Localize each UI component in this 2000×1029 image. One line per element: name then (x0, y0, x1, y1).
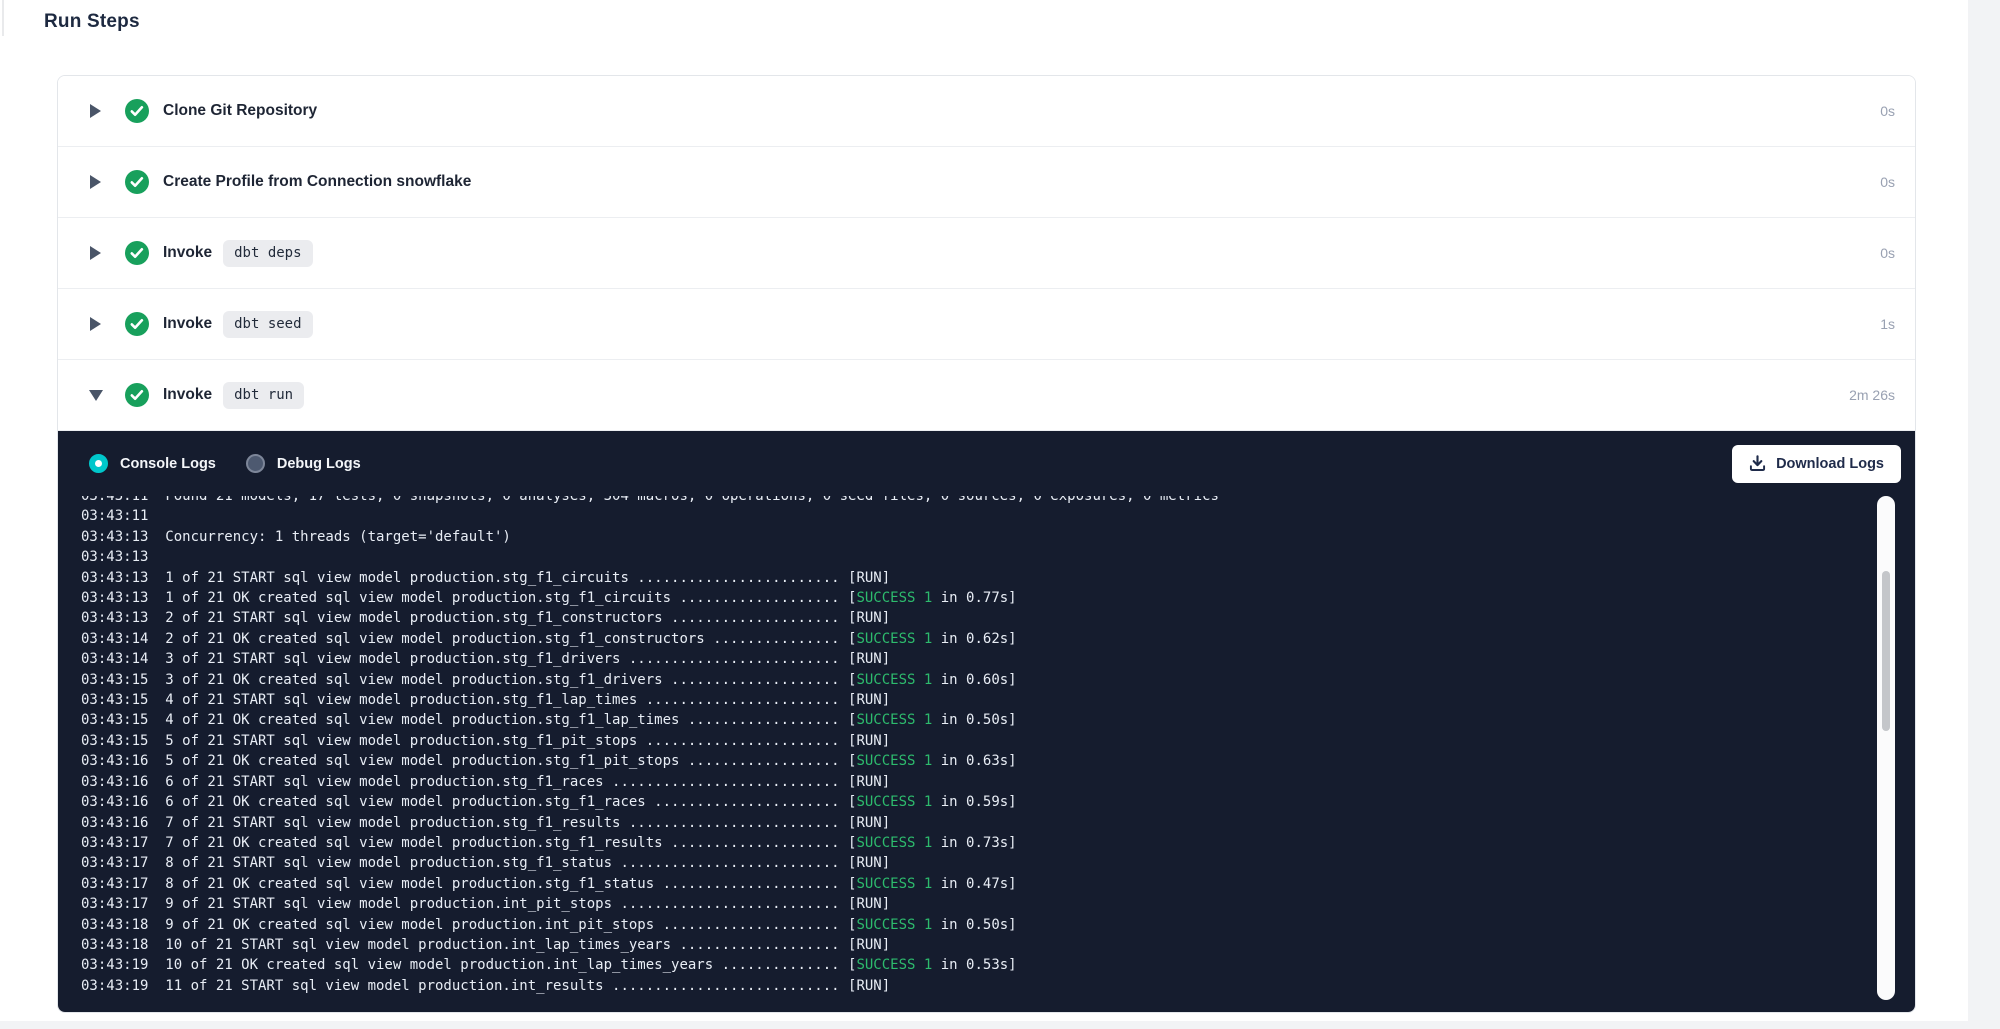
step-row-invoke-dbt-seed[interactable]: Invoke dbt seed 1s (58, 289, 1915, 360)
log-line: 03:43:19 10 of 21 OK created sql view mo… (81, 955, 1915, 975)
page-edge-divider (2, 0, 4, 36)
log-line: 03:43:18 9 of 21 OK created sql view mod… (81, 915, 1915, 935)
console-logs-radio[interactable]: Console Logs (89, 454, 216, 473)
log-line: 03:43:17 8 of 21 START sql view model pr… (81, 853, 1915, 873)
log-scrollbar[interactable] (1877, 496, 1895, 1000)
step-label: Invoke (163, 386, 212, 404)
step-row-clone-git-repository[interactable]: Clone Git Repository 0s (58, 76, 1915, 147)
page-title: Run Steps (44, 11, 140, 33)
content-panel: Run Steps Clone Git Repository 0s Create… (0, 0, 1968, 1021)
step-row-invoke-dbt-run[interactable]: Invoke dbt run 2m 26s (58, 360, 1915, 431)
log-line: 03:43:15 5 of 21 START sql view model pr… (81, 731, 1915, 751)
log-line: 03:43:13 1 of 21 OK created sql view mod… (81, 588, 1915, 608)
debug-logs-radio[interactable]: Debug Logs (246, 454, 361, 473)
log-line: 03:43:11 (81, 506, 1915, 526)
step-label: Create Profile from Connection snowflake (163, 173, 471, 191)
log-line: 03:43:15 4 of 21 OK created sql view mod… (81, 710, 1915, 730)
success-check-icon (125, 241, 149, 265)
log-line: 03:43:15 4 of 21 START sql view model pr… (81, 690, 1915, 710)
step-duration: 0s (1880, 103, 1895, 119)
log-line: 03:43:13 Concurrency: 1 threads (target=… (81, 527, 1915, 547)
command-badge: dbt deps (223, 240, 312, 267)
log-line: 03:43:16 5 of 21 OK created sql view mod… (81, 751, 1915, 771)
log-line: 03:43:16 6 of 21 START sql view model pr… (81, 772, 1915, 792)
log-panel: Console Logs Debug Logs Download Logs 0 (58, 431, 1915, 1012)
caret-right-icon[interactable] (90, 246, 101, 260)
log-line: 03:43:13 (81, 547, 1915, 567)
log-line: 03:43:17 7 of 21 OK created sql view mod… (81, 833, 1915, 853)
run-steps-card: Clone Git Repository 0s Create Profile f… (57, 75, 1916, 1013)
radio-label: Console Logs (120, 456, 216, 472)
log-line: 03:43:17 8 of 21 OK created sql view mod… (81, 874, 1915, 894)
step-duration: 2m 26s (1849, 387, 1895, 403)
log-scrollbar-thumb[interactable] (1882, 571, 1890, 731)
radio-label: Debug Logs (277, 456, 361, 472)
log-line: 03:43:18 10 of 21 START sql view model p… (81, 935, 1915, 955)
step-label: Invoke (163, 315, 212, 333)
download-icon (1749, 455, 1766, 472)
step-duration: 0s (1880, 245, 1895, 261)
caret-right-icon[interactable] (90, 104, 101, 118)
success-check-icon (125, 383, 149, 407)
download-logs-button[interactable]: Download Logs (1732, 445, 1901, 483)
radio-selected-icon[interactable] (89, 454, 108, 473)
download-button-label: Download Logs (1776, 456, 1884, 472)
console-log-output[interactable]: 03:43:11 Found 21 models, 17 tests, 0 sn… (58, 496, 1915, 1012)
step-label: Invoke (163, 244, 212, 262)
success-check-icon (125, 170, 149, 194)
step-row-invoke-dbt-deps[interactable]: Invoke dbt deps 0s (58, 218, 1915, 289)
success-check-icon (125, 312, 149, 336)
command-badge: dbt seed (223, 311, 312, 338)
log-toolbar: Console Logs Debug Logs Download Logs (58, 431, 1915, 496)
log-line: 03:43:13 1 of 21 START sql view model pr… (81, 568, 1915, 588)
log-line: 03:43:11 Found 21 models, 17 tests, 0 sn… (81, 496, 1915, 506)
success-check-icon (125, 99, 149, 123)
log-line: 03:43:13 2 of 21 START sql view model pr… (81, 608, 1915, 628)
command-badge: dbt run (223, 382, 304, 409)
step-row-create-profile[interactable]: Create Profile from Connection snowflake… (58, 147, 1915, 218)
step-label: Clone Git Repository (163, 102, 317, 120)
caret-down-icon[interactable] (89, 390, 103, 401)
log-line: 03:43:19 11 of 21 START sql view model p… (81, 976, 1915, 996)
log-line: 03:43:16 6 of 21 OK created sql view mod… (81, 792, 1915, 812)
log-line: 03:43:16 7 of 21 START sql view model pr… (81, 813, 1915, 833)
log-line: 03:43:15 3 of 21 OK created sql view mod… (81, 670, 1915, 690)
run-steps-page: Run Steps Clone Git Repository 0s Create… (0, 0, 2000, 1029)
log-line: 03:43:14 3 of 21 START sql view model pr… (81, 649, 1915, 669)
step-duration: 1s (1880, 316, 1895, 332)
radio-unselected-icon[interactable] (246, 454, 265, 473)
step-duration: 0s (1880, 174, 1895, 190)
caret-right-icon[interactable] (90, 317, 101, 331)
log-line: 03:43:14 2 of 21 OK created sql view mod… (81, 629, 1915, 649)
log-line: 03:43:17 9 of 21 START sql view model pr… (81, 894, 1915, 914)
caret-right-icon[interactable] (90, 175, 101, 189)
